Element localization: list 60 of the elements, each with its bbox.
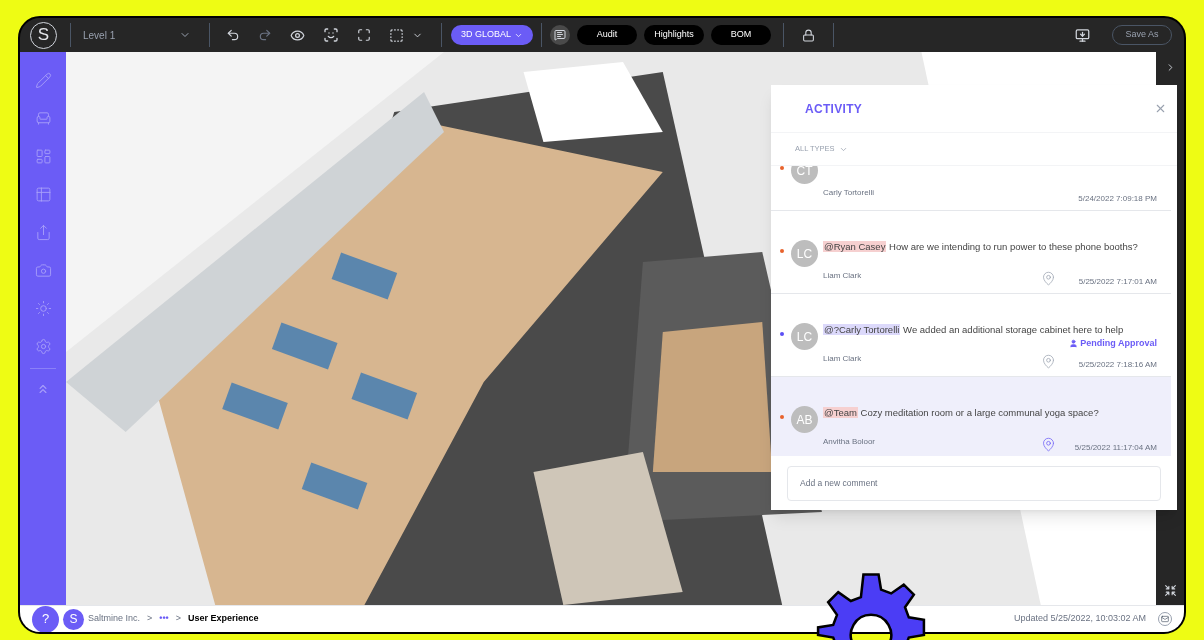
comment-date: 5/25/2022 7:17:01 AM [1078,276,1157,288]
pin-icon[interactable] [1041,437,1056,452]
sun-icon[interactable] [34,300,52,317]
tab-button[interactable]: Highlights [644,25,705,45]
eye-icon[interactable] [290,27,305,43]
comment[interactable]: LC @Ryan Casey How are we intending to run power to these phone booths? Liam Clark 5/25/2022 7:17:01 AM [771,211,1171,294]
help-button[interactable]: ? [32,605,59,632]
level-select[interactable]: Level 1 [83,27,191,43]
settings-icon[interactable] [34,338,52,355]
comment[interactable]: CT Carly Tortorelli 5/24/2022 7:09:18 PM [771,166,1171,211]
redo-icon[interactable] [258,28,272,42]
pin-icon[interactable] [1041,354,1056,369]
comment[interactable]: AB @Team Cozy meditation room or a large communal yoga space? Anvitha Boloor 5/25/2022 11:17:04 AM [771,377,1171,456]
author-name: Anvitha Boloor [823,436,876,448]
comment-icon [554,29,567,41]
chair-icon[interactable] [34,110,52,127]
download-icon[interactable] [1075,27,1090,43]
comment-text: @Team Cozy meditation room or a large communal yoga space? [823,406,1099,420]
user-icon [1069,339,1079,349]
comment-button[interactable] [550,25,571,45]
selection-icon[interactable] [389,27,404,43]
avatar: AB [791,406,818,433]
pencil-icon[interactable] [34,72,52,89]
breadcrumb-separator: > [175,612,181,626]
chevrons-up-icon[interactable] [36,382,50,396]
comment-date: 5/25/2022 7:18:16 AM [1078,359,1157,371]
comment-date: 5/24/2022 7:09:18 PM [1078,193,1157,205]
collapse-icon[interactable] [1164,584,1177,597]
lock-icon[interactable] [802,28,816,42]
updated-time: Updated 5/25/2022, 10:03:02 AM [1013,612,1146,626]
avatar: LC [791,323,818,350]
avatar: LC [791,240,818,267]
undo-icon[interactable] [226,28,240,42]
camera-icon[interactable] [34,262,52,279]
comment-text: @Ryan Casey How are we intending to run power to these phone booths? [823,240,1138,254]
expand-icon[interactable] [357,28,371,42]
panel-title: ACTIVITY [805,100,863,118]
comment[interactable]: LC @?Carly Tortorelli We added an additional storage cabinet here to help Pending Approval Liam Clark 5/25/2022 7:18:16 AM [771,294,1171,377]
breadcrumb[interactable]: Saltmine Inc. [88,612,141,626]
breadcrumb[interactable]: ••• [159,612,169,626]
layout-icon[interactable] [34,148,52,165]
comment-date: 5/25/2022 11:17:04 AM [1074,442,1157,454]
tab-button[interactable]: BOM [711,25,772,45]
pin-icon[interactable] [1041,271,1056,286]
comment-text: @?Carly Tortorelli We added an additional storage cabinet here to help [823,323,1124,337]
avatar: CT [791,166,818,184]
table-icon[interactable] [34,186,52,203]
tab-button[interactable]: Audit [577,25,638,45]
comment-input[interactable]: Add a new comment [787,465,1161,501]
share-icon[interactable] [34,224,52,241]
author-name: Liam Clark [823,270,862,282]
author-name: Liam Clark [823,353,862,365]
breadcrumb-separator: > [147,612,153,626]
avatar[interactable]: S [63,608,84,630]
author-name: Carly Tortorelli [823,187,874,199]
view-button[interactable]: 3D GLOBAL [451,25,534,45]
close-icon[interactable] [1154,102,1167,115]
mail-icon [1161,615,1169,623]
status-label[interactable]: Pending Approval [1069,337,1157,351]
breadcrumb[interactable]: User Experience [188,612,259,626]
